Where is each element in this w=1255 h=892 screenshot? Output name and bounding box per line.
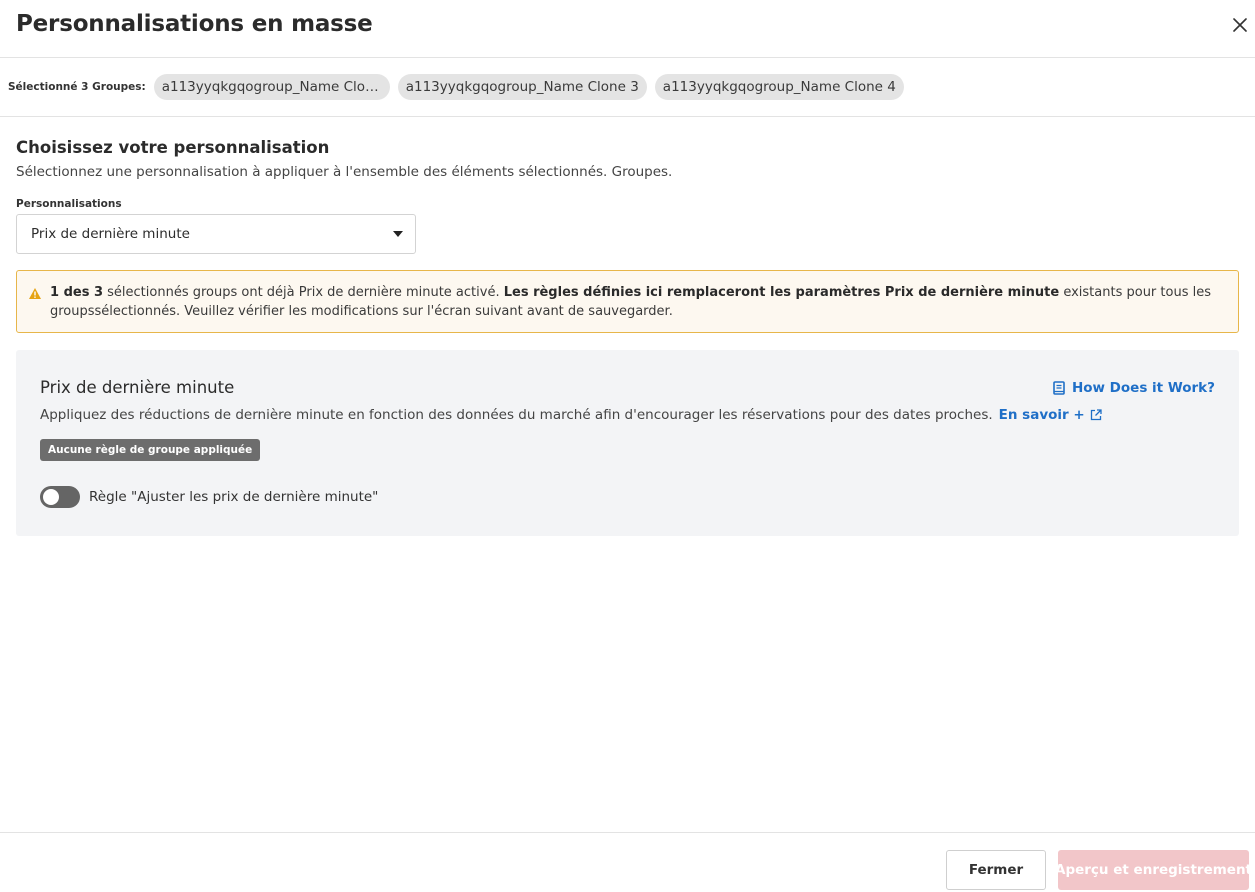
section-title: Choisissez votre personnalisation — [16, 138, 330, 157]
modal-header: Personnalisations en masse — [0, 0, 1255, 58]
group-chip[interactable]: a113yyqkgqogroup_Name Clone 3 — [397, 74, 647, 100]
learn-more-label: En savoir + — [998, 407, 1085, 423]
group-chip[interactable]: a113yyqkgqogroup_Name Clone 4 — [654, 74, 904, 100]
last-minute-panel: Prix de dernière minute How Does it Work… — [16, 350, 1239, 536]
toggle-knob — [43, 489, 59, 505]
section-description: Sélectionnez une personnalisation à appl… — [16, 164, 673, 180]
how-does-it-work-link[interactable]: How Does it Work? — [1053, 380, 1215, 396]
selected-groups-label: Sélectionné 3 Groupes: — [8, 81, 146, 93]
warning-text-part: sélectionnés groups ont déjà Prix de der… — [103, 285, 504, 300]
rule-toggle[interactable] — [40, 486, 80, 508]
status-badge: Aucune règle de groupe appliquée — [40, 439, 261, 461]
modal-footer: Fermer Aperçu et enregistrement — [0, 832, 1255, 892]
rule-toggle-label: Règle "Ajuster les prix de dernière minu… — [89, 489, 379, 505]
modal-body: Choisissez votre personnalisation Sélect… — [0, 138, 1255, 536]
external-link-icon — [1090, 409, 1102, 421]
customization-field-label: Personnalisations — [16, 198, 122, 210]
modal-title: Personnalisations en masse — [16, 11, 373, 37]
panel-description: Appliquez des réductions de dernière min… — [40, 407, 1215, 423]
close-button[interactable] — [1225, 10, 1255, 40]
book-icon — [1053, 381, 1065, 395]
rule-toggle-row: Règle "Ajuster les prix de dernière minu… — [40, 486, 1215, 508]
group-chip-label: a113yyqkgqogroup_Name Clone ... — [161, 79, 382, 95]
selected-groups-row: Sélectionné 3 Groupes: a113yyqkgqogroup_… — [0, 58, 1255, 117]
how-link-label: How Does it Work? — [1071, 380, 1215, 396]
group-chip[interactable]: a113yyqkgqogroup_Name Clone ... — [153, 74, 390, 100]
warning-alert: 1 des 3 sélectionnés groups ont déjà Pri… — [16, 270, 1239, 333]
warning-count: 1 des 3 — [50, 285, 104, 300]
close-modal-button[interactable]: Fermer — [946, 850, 1046, 890]
panel-description-text: Appliquez des réductions de dernière min… — [40, 407, 993, 423]
customization-select[interactable]: Prix de dernière minute — [16, 214, 416, 254]
panel-title: Prix de dernière minute — [40, 378, 235, 397]
warning-icon — [29, 288, 41, 299]
warning-bold-text: Les règles définies ici remplaceront les… — [503, 285, 1060, 300]
customization-select-value: Prix de dernière minute — [31, 226, 190, 242]
warning-text: 1 des 3 sélectionnés groups ont déjà Pri… — [50, 283, 1224, 321]
group-chip-label: a113yyqkgqogroup_Name Clone 4 — [662, 79, 896, 95]
group-chip-label: a113yyqkgqogroup_Name Clone 3 — [405, 79, 639, 95]
close-icon — [1233, 18, 1247, 32]
caret-down-icon — [393, 231, 403, 237]
preview-save-button[interactable]: Aperçu et enregistrement — [1055, 850, 1252, 890]
learn-more-link[interactable]: En savoir + — [999, 407, 1102, 423]
